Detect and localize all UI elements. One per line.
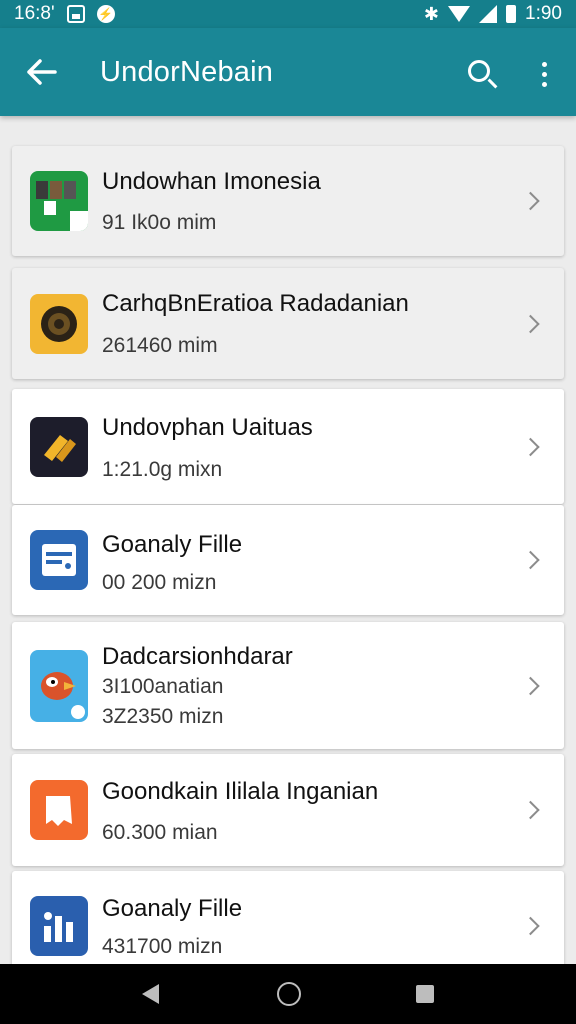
- list-item-title: Goondkain Ililala Inganian: [102, 778, 379, 805]
- nav-back-icon[interactable]: [142, 984, 159, 1004]
- photo-grid-app-icon: [30, 171, 88, 231]
- list-item[interactable]: Goanaly Fille 00 200 mizn: [12, 505, 564, 615]
- app-bar: UndorNebain: [0, 28, 576, 116]
- list-item-title: CarhqBnEratioa Radadanian: [102, 290, 409, 317]
- list-item-title: Undowhan Imonesia: [102, 168, 321, 195]
- gold-tickets-app-icon: [30, 416, 88, 477]
- bird-game-app-icon: [30, 649, 88, 722]
- list-item[interactable]: Undowhan Imonesia 91 Ik0o mim: [12, 146, 564, 256]
- list-item-subtitle: 1:21.0g mixn: [102, 458, 223, 481]
- list-item[interactable]: Goondkain Ililala Inganian 60.300 mian: [12, 754, 564, 866]
- list-item-subtitle: 261460 mim: [102, 334, 218, 357]
- list-item[interactable]: Dadcarsionhdarar 3I100anatian 3Z2350 miz…: [12, 622, 564, 749]
- list-item-subtitle-secondary: 3Z2350 mizn: [102, 705, 224, 728]
- more-options-button[interactable]: [522, 50, 566, 98]
- list-item-subtitle: 431700 mizn: [102, 935, 223, 958]
- status-bar: 16:8' ⚡ ✱ 1:90: [0, 0, 576, 28]
- nav-recents-icon[interactable]: [416, 985, 434, 1003]
- arrow-back-icon: [27, 59, 57, 85]
- orange-tag-app-icon: [30, 780, 88, 840]
- page-title: UndorNebain: [100, 55, 274, 88]
- blue-file-app-icon: [30, 530, 88, 590]
- chevron-right-icon: [521, 676, 540, 695]
- status-time-left: 16:8': [14, 3, 55, 24]
- battery-icon: [506, 5, 517, 23]
- blue-chart-app-icon: [30, 896, 88, 956]
- chevron-right-icon: [521, 437, 540, 456]
- list-item-subtitle: 91 Ik0o mim: [102, 211, 217, 234]
- messenger-icon: ⚡: [96, 5, 115, 23]
- search-icon: [468, 60, 490, 82]
- signal-icon: [479, 5, 498, 23]
- nav-home-icon[interactable]: [277, 982, 301, 1006]
- list-item-subtitle: 3I100anatian: [102, 675, 224, 698]
- back-button[interactable]: [0, 28, 84, 116]
- list-item-subtitle: 60.300 mian: [102, 821, 218, 844]
- bluetooth-icon: ✱: [423, 3, 440, 24]
- chevron-right-icon: [521, 314, 540, 333]
- list-item-title: Goanaly Fille: [102, 531, 243, 558]
- sun-dial-app-icon: [30, 293, 88, 354]
- navigation-bar: [0, 964, 576, 1024]
- list-item-title: Dadcarsionhdarar: [102, 643, 293, 670]
- chevron-right-icon: [521, 916, 540, 936]
- list-item-title: Undovphan Uaituas: [102, 414, 313, 441]
- chevron-right-icon: [521, 550, 540, 570]
- list-item[interactable]: CarhqBnEratioa Radadanian 261460 mim: [12, 268, 564, 379]
- list-item[interactable]: Undovphan Uaituas 1:21.0g mixn: [12, 389, 564, 504]
- chevron-right-icon: [521, 191, 540, 211]
- more-vertical-icon: [541, 61, 547, 67]
- search-button[interactable]: [458, 50, 506, 98]
- status-time-right: 1:90: [525, 3, 562, 24]
- screenshot-icon: [66, 5, 85, 23]
- list-item-title: Goanaly Fille: [102, 895, 243, 922]
- chevron-right-icon: [521, 800, 540, 820]
- wifi-icon: [448, 6, 471, 22]
- list-item-subtitle: 00 200 mizn: [102, 571, 217, 594]
